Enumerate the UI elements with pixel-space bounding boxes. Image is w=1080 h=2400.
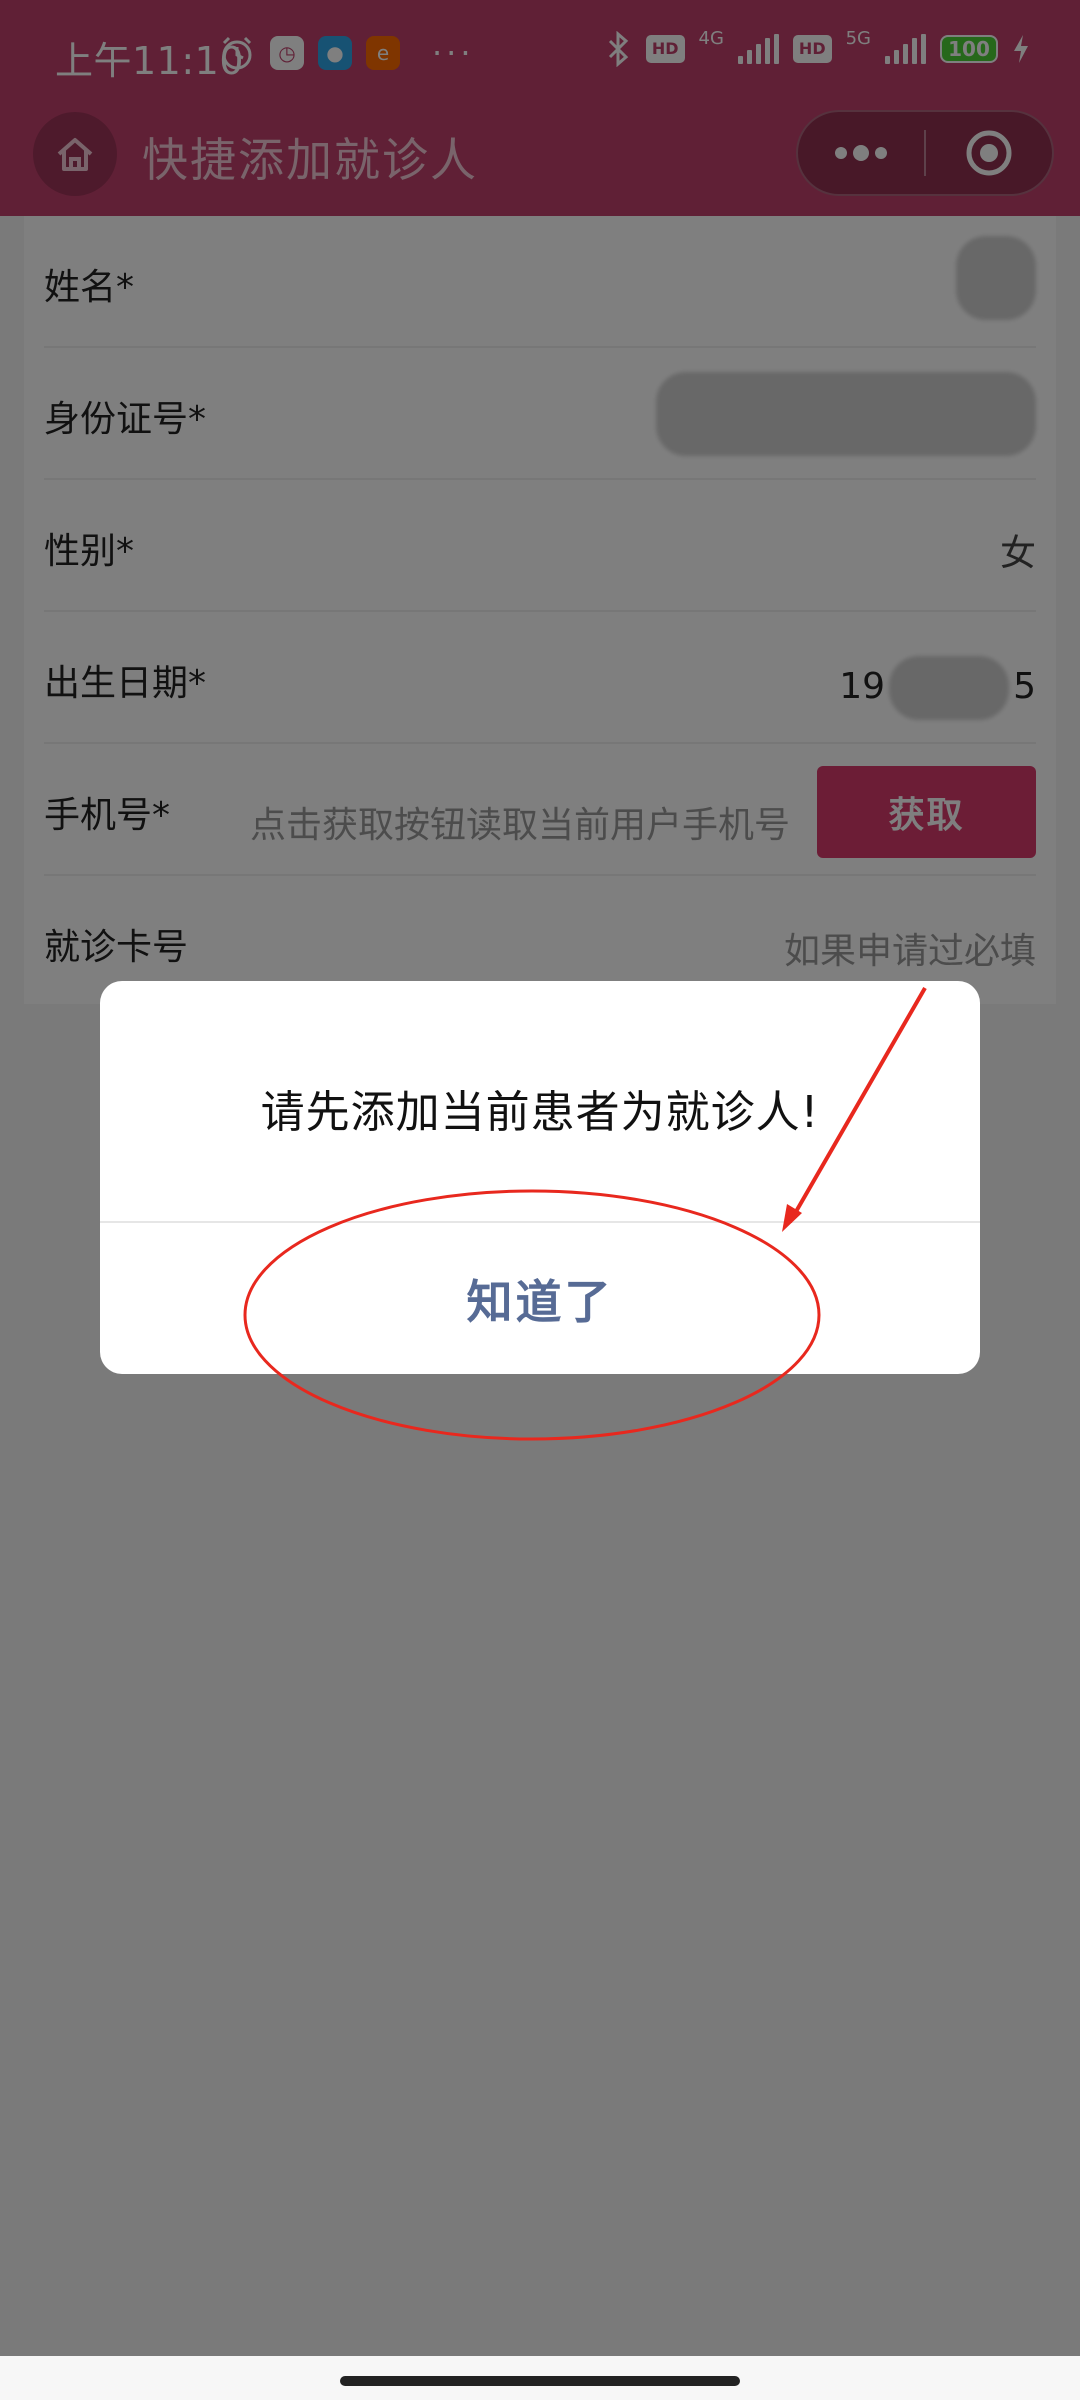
alert-dialog: 请先添加当前患者为就诊人! 知道了 <box>100 981 980 1374</box>
system-nav-bar <box>0 2356 1080 2400</box>
dialog-message: 请先添加当前患者为就诊人! <box>260 1087 820 1138</box>
home-indicator[interactable] <box>340 2376 740 2386</box>
dialog-confirm-button[interactable]: 知道了 <box>100 1223 980 1374</box>
